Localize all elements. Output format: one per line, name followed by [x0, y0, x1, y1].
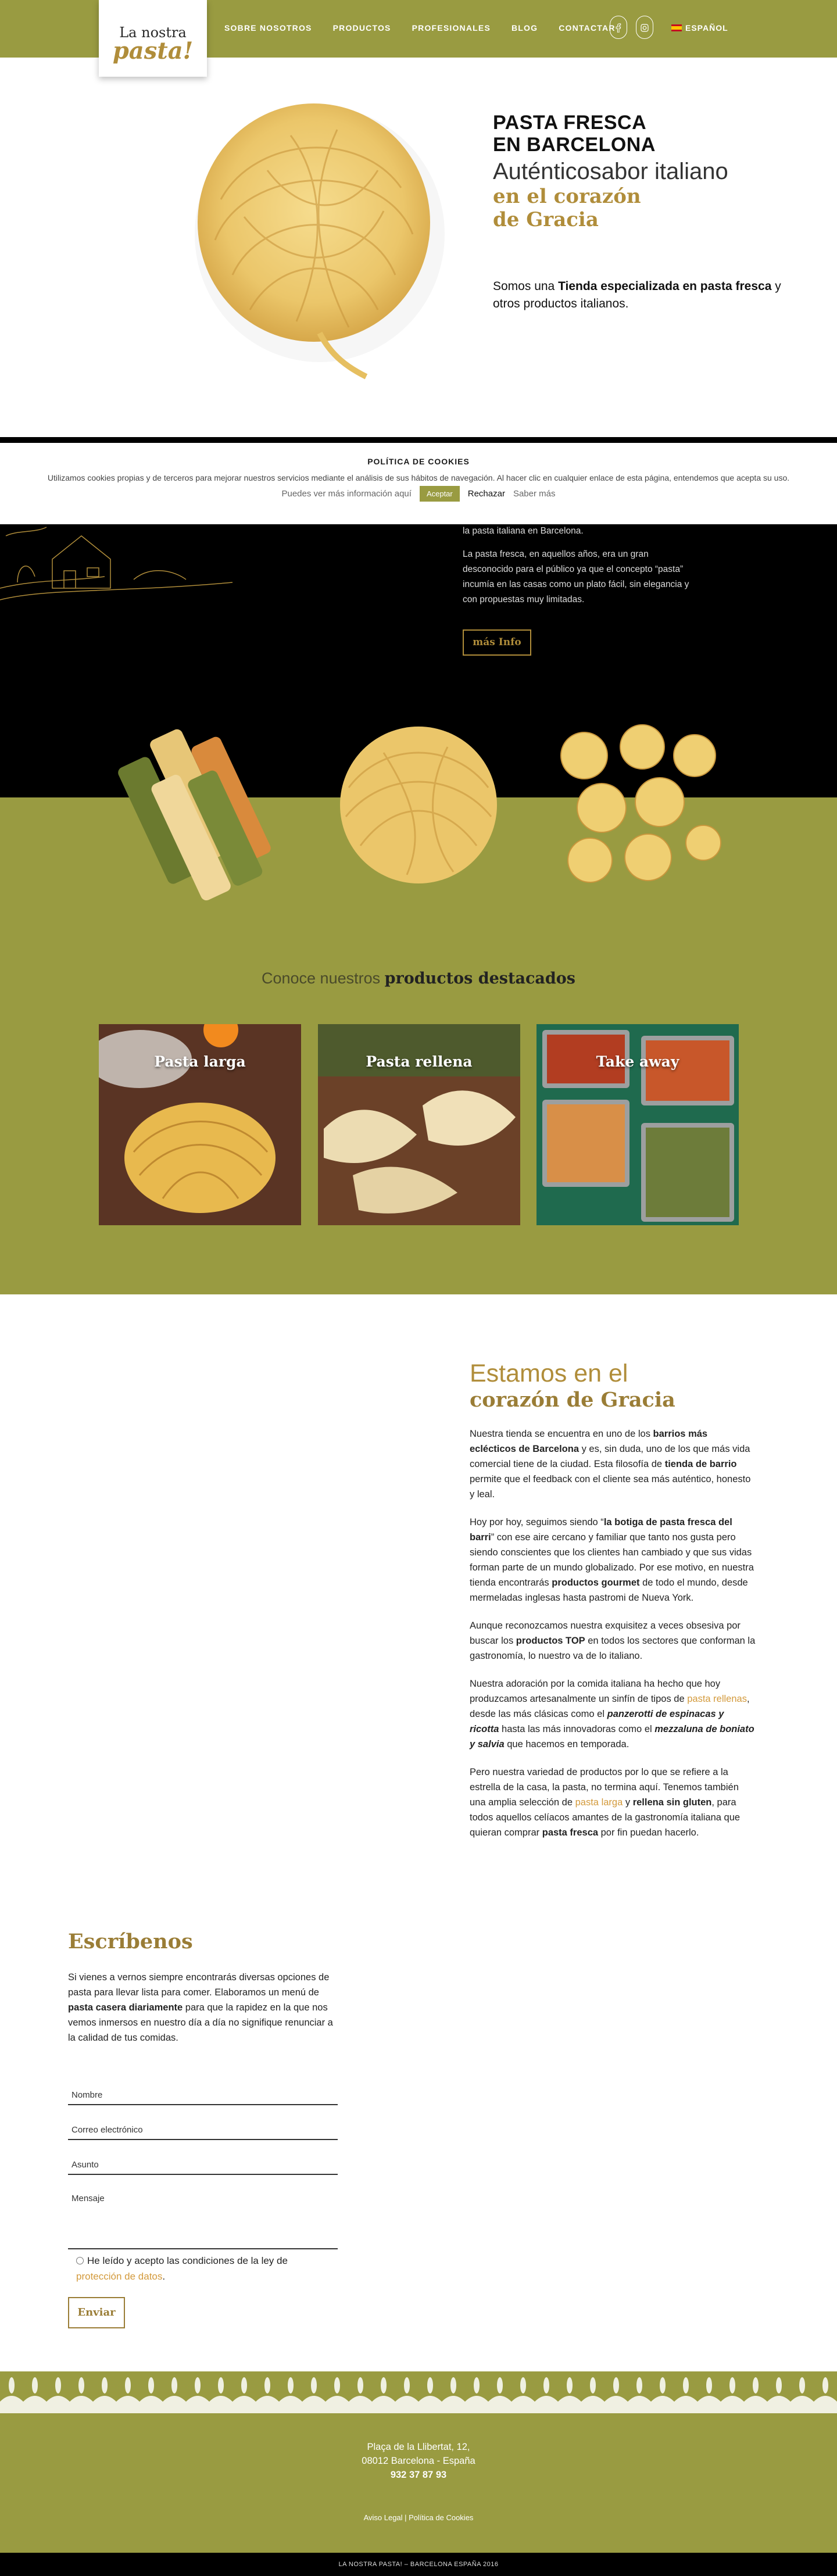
cookie-actions: Puedes ver más información aquí Aceptar … [0, 486, 837, 502]
contact-text: Si vienes a vernos siempre encontrarás d… [68, 1970, 338, 2045]
about-p1: la pasta italiana en Barcelona. [463, 526, 584, 536]
tortellini-image [560, 724, 721, 883]
cookie-learn-more-link[interactable]: Saber más [513, 489, 556, 499]
cookie-title: POLÍTICA DE COOKIES [367, 457, 470, 466]
estamos-p4-d: hasta las más innovadoras como el [499, 1724, 655, 1734]
hero-title-line1: PASTA FRESCA [493, 112, 647, 134]
footer-address-line1: Plaça de la Llibertat, 12, [367, 2442, 470, 2452]
copyright-bar: LA NOSTRA PASTA! – BARCELONA ESPAÑA 2016 [0, 2553, 837, 2576]
nav-profesionales[interactable]: PROFESIONALES [412, 23, 491, 33]
consent-text-end: . [162, 2271, 166, 2282]
estamos-p5-e: pasta fresca [542, 1827, 599, 1838]
estamos-p2: Hoy por hoy, seguimos siendo “la botiga … [470, 1515, 756, 1605]
estamos-p4-a: Nuestra adoración por la comida italiana… [470, 1679, 721, 1704]
tagliatelle-nest-image [340, 727, 497, 883]
hero-subtitle: Auténticosabor italiano [493, 159, 728, 184]
pasta-rellenas-link[interactable]: pasta rellenas [687, 1694, 747, 1704]
hero-tagliatelle-image [195, 103, 445, 380]
card-label: Take away [596, 1053, 679, 1070]
countryside-illustration [0, 527, 233, 600]
consent-text: He leído y acepto las condiciones de la … [87, 2255, 288, 2266]
estamos-p3: Aunque reconozcamos nuestra exquisitez a… [470, 1618, 756, 1663]
footer-phone[interactable]: 932 37 87 93 [0, 2468, 837, 2482]
cookie-more-info-link[interactable]: Puedes ver más información aquí [281, 489, 411, 499]
estamos-p1-d: tienda de barrio [664, 1459, 737, 1469]
featured-heading: Conoce nuestros productos destacados [0, 969, 837, 988]
hero-desc-pre: Somos una [493, 280, 559, 293]
hero-text: PASTA FRESCA EN BARCELONA Auténticosabor… [493, 112, 795, 313]
cookie-text: Utilizamos cookies propias y de terceros… [47, 473, 790, 482]
name-field[interactable]: Nombre [68, 2085, 338, 2105]
estamos-p4: Nuestra adoración por la comida italiana… [470, 1676, 756, 1752]
mixed-pasta-image [118, 729, 271, 901]
estamos-heading: Estamos en el corazón de Gracia [470, 1360, 760, 1414]
data-protection-link[interactable]: protección de datos [76, 2271, 162, 2282]
consent-checkbox[interactable] [76, 2257, 84, 2264]
estamos-p1: Nuestra tienda se encuentra en uno de lo… [470, 1426, 756, 1502]
cookie-accept-button[interactable]: Aceptar [419, 486, 460, 502]
estamos-p2-d: productos gourmet [552, 1577, 640, 1588]
card-pasta-rellena[interactable]: Pasta rellena [318, 1024, 520, 1225]
consent-checkbox-row[interactable]: He leído y acepto las condiciones de la … [76, 2253, 332, 2284]
cookie-banner: POLÍTICA DE COOKIES Utilizamos cookies p… [0, 437, 837, 524]
logo-line2: pasta! [112, 37, 194, 65]
footer-address-line2: 08012 Barcelona - España [362, 2456, 475, 2466]
instagram-icon[interactable] [636, 16, 653, 39]
estamos-section: Estamos en el corazón de Gracia Nuestra t… [470, 1360, 760, 1840]
estamos-p5-f: por fin puedan hacerlo. [598, 1827, 699, 1838]
nav-sobre-nosotros[interactable]: SOBRE NOSOTROS [224, 23, 312, 33]
nav-blog[interactable]: BLOG [512, 23, 538, 33]
hero-description: Somos una Tienda especializada en pasta … [493, 278, 795, 313]
footer-legal-links[interactable]: Aviso Legal | Política de Cookies [0, 2513, 837, 2522]
send-button[interactable]: Enviar [68, 2297, 125, 2328]
card-pasta-larga[interactable]: Pasta larga [99, 1024, 301, 1225]
card-label: Pasta rellena [366, 1053, 473, 1070]
subject-field[interactable]: Asunto [68, 2155, 338, 2175]
about-p2: La pasta fresca, en aquellos años, era u… [463, 549, 689, 604]
wheat-pattern [0, 2373, 837, 2413]
language-label: ESPAÑOL [685, 23, 728, 33]
contact-text-b: pasta casera diariamente [68, 2002, 183, 2013]
hero-gold-line1: en el corazón [493, 185, 641, 208]
featured-heading-light: Conoce nuestros [261, 969, 385, 987]
email-field[interactable]: Correo electrónico [68, 2120, 338, 2140]
card-label: Pasta larga [154, 1053, 246, 1070]
featured-heading-bold: productos destacados [384, 969, 575, 988]
spain-flag-icon [671, 24, 682, 31]
footer-address: Plaça de la Llibertat, 12, 08012 Barcelo… [0, 2440, 837, 2482]
estamos-p1-a: Nuestra tienda se encuentra en uno de lo… [470, 1429, 653, 1439]
estamos-p3-b: productos TOP [516, 1636, 585, 1646]
contact-section: Escríbenos Si vienes a vernos siempre en… [68, 1930, 338, 2045]
pasta-larga-link[interactable]: pasta larga [575, 1797, 623, 1808]
facebook-icon[interactable] [610, 16, 627, 39]
nav-productos[interactable]: PRODUCTOS [333, 23, 391, 33]
contact-text-a: Si vienes a vernos siempre encontrarás d… [68, 1972, 330, 1998]
more-info-button[interactable]: más Info [463, 629, 531, 656]
estamos-p1-e: permite que el feedback con el cliente s… [470, 1474, 751, 1500]
about-text: la pasta italiana en Barcelona. La pasta… [463, 524, 689, 607]
card-take-away[interactable]: Take away [536, 1024, 739, 1225]
hero-title-line2: EN BARCELONA [493, 134, 656, 156]
contact-heading: Escríbenos [68, 1930, 193, 1954]
estamos-heading1: Estamos en el [470, 1359, 628, 1387]
main-nav: SOBRE NOSOTROS PRODUCTOS PROFESIONALES B… [224, 23, 616, 33]
message-field[interactable]: Mensaje [68, 2190, 338, 2249]
estamos-p4-f: que hacemos en temporada. [504, 1739, 629, 1749]
hero-desc-bold: Tienda especializada en pasta fresca [558, 280, 772, 293]
estamos-heading2: corazón de Gracia [470, 1388, 675, 1412]
cookie-reject-button[interactable]: Rechazar [468, 489, 505, 499]
estamos-p2-a: Hoy por hoy, seguimos siendo “ [470, 1517, 604, 1527]
estamos-p5: Pero nuestra variedad de productos por l… [470, 1765, 756, 1840]
nav-contactar[interactable]: CONTACTAR [559, 23, 615, 33]
estamos-p5-b: y [623, 1797, 633, 1808]
language-selector[interactable]: ESPAÑOL [671, 23, 728, 33]
hero-gold-line2: de Gracia [493, 208, 599, 231]
estamos-p5-c: rellena sin gluten [632, 1797, 712, 1808]
